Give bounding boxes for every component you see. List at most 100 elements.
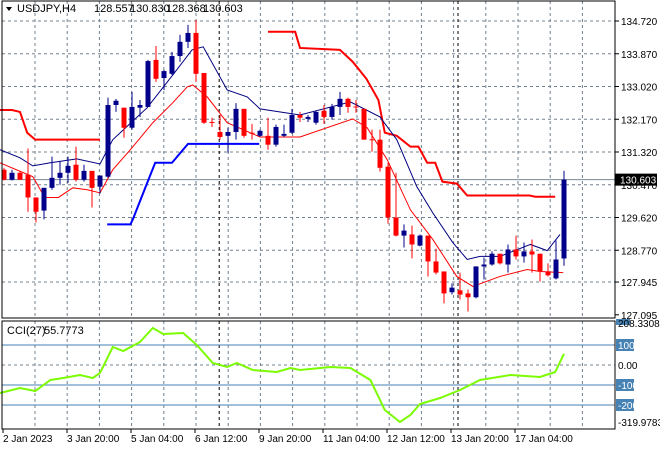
price-tick-label: 132.170 xyxy=(621,115,658,126)
dropdown-triangle-icon[interactable] xyxy=(6,7,12,11)
candle-body-bull xyxy=(329,106,335,117)
candle xyxy=(409,225,415,259)
series-lower-channel xyxy=(107,142,260,226)
candle xyxy=(489,251,495,266)
time-tick-label: 11 Jan 04:00 xyxy=(323,434,381,445)
candle-body-bull xyxy=(97,175,103,187)
candle xyxy=(129,91,135,130)
candle xyxy=(33,197,39,223)
time-tick-label: 9 Jan 20:00 xyxy=(259,434,312,445)
candle xyxy=(169,51,175,75)
candle xyxy=(417,234,423,247)
grid xyxy=(2,1,615,429)
cci-tick-label: -100 xyxy=(618,381,638,392)
candle xyxy=(137,99,143,117)
candle xyxy=(537,253,543,282)
candle-body-bear xyxy=(217,131,223,137)
chart-canvas: 134.720133.870133.020132.170131.320130.4… xyxy=(0,0,660,445)
candle-body-bear xyxy=(369,139,375,141)
candle xyxy=(561,170,567,266)
candle-body-bear xyxy=(33,197,39,212)
time-tick-label: 2 Jan 2023 xyxy=(3,434,53,445)
candle-body-bear xyxy=(385,166,391,218)
axes: 134.720133.870133.020132.170131.320130.4… xyxy=(2,17,660,445)
candle xyxy=(265,117,271,150)
candle-body-bear xyxy=(25,174,31,198)
candle-body-bull xyxy=(417,235,423,246)
candle-body-bear xyxy=(321,110,327,117)
candle-body-bear xyxy=(193,32,199,74)
candle-body-bull xyxy=(81,170,87,180)
candle-body-bull xyxy=(9,172,15,180)
candle-body-bull xyxy=(561,179,567,259)
candle xyxy=(249,123,255,140)
cci-tick-label: -319.9783 xyxy=(618,418,660,429)
candle xyxy=(465,289,471,312)
candle-body-bear xyxy=(537,253,543,272)
candle-body-bull xyxy=(169,56,175,74)
time-tick-label: 5 Jan 04:00 xyxy=(131,434,184,445)
candle-body-bull xyxy=(41,187,47,211)
candle-body-bull xyxy=(257,130,263,136)
series-upper-channel-a xyxy=(0,109,100,141)
ohlc-close: 130.603 xyxy=(203,3,243,15)
candle-body-bull xyxy=(177,41,183,57)
candle xyxy=(177,34,183,62)
candle-body-bear xyxy=(345,98,351,107)
candle-body-bull xyxy=(185,32,191,42)
candle xyxy=(313,110,319,125)
cci-tick-label: 100 xyxy=(618,341,635,352)
candle-body-bull xyxy=(225,131,231,136)
candle-body-bear xyxy=(513,249,519,257)
candle-body-bear xyxy=(457,290,463,295)
cci-tick-label: -200 xyxy=(618,401,638,412)
candle xyxy=(273,124,279,147)
candle-body-bull xyxy=(65,165,71,173)
candle-body-bull xyxy=(161,71,167,79)
candle xyxy=(433,248,439,275)
candle-body-bear xyxy=(201,73,207,123)
series-ma-fast xyxy=(0,46,561,261)
candle xyxy=(217,115,223,140)
price-tick-label: 133.020 xyxy=(621,83,658,94)
candle xyxy=(441,271,447,304)
candle-body-bull xyxy=(337,98,343,107)
candle xyxy=(297,111,303,122)
price-tick-label: 129.620 xyxy=(621,214,658,225)
marks xyxy=(0,19,567,424)
candle xyxy=(81,164,87,182)
time-tick-label: 17 Jan 04:00 xyxy=(515,434,573,445)
candle xyxy=(385,162,391,224)
candle-body-bear xyxy=(433,261,439,273)
candle-body-bull xyxy=(481,264,487,267)
candle xyxy=(473,266,479,299)
candle xyxy=(305,115,311,122)
cci-line xyxy=(0,326,565,424)
candle xyxy=(377,129,383,172)
candle-body-bear xyxy=(353,106,359,108)
candle xyxy=(113,98,119,112)
candle xyxy=(281,124,287,137)
candle xyxy=(49,156,55,190)
candle xyxy=(89,170,95,208)
candle-body-bear xyxy=(89,170,95,188)
candle xyxy=(121,107,127,138)
candle-body-bear xyxy=(241,108,247,136)
chart-header: USDJPY,H4 128.557 130.830 128.368 130.60… xyxy=(6,3,243,15)
ohlc-low: 128.368 xyxy=(166,3,206,15)
candle xyxy=(233,103,239,140)
candle-body-bear xyxy=(425,235,431,262)
time-tick-label: 13 Jan 20:00 xyxy=(451,434,509,445)
time-tick-label: 3 Jan 20:00 xyxy=(67,434,120,445)
candle-body-bear xyxy=(465,293,471,298)
candle xyxy=(337,91,343,116)
cci-tick-label: 0.00 xyxy=(618,361,638,372)
candle-body-bear xyxy=(121,107,127,128)
cci-value: 55.7773 xyxy=(44,325,84,337)
candle-body-bear xyxy=(17,172,23,180)
current-price-label: 130.603 xyxy=(620,176,657,187)
candle xyxy=(41,187,47,220)
candle-body-bull xyxy=(145,61,151,107)
candle-body-bull xyxy=(281,133,287,136)
candle-body-bull xyxy=(305,116,311,119)
